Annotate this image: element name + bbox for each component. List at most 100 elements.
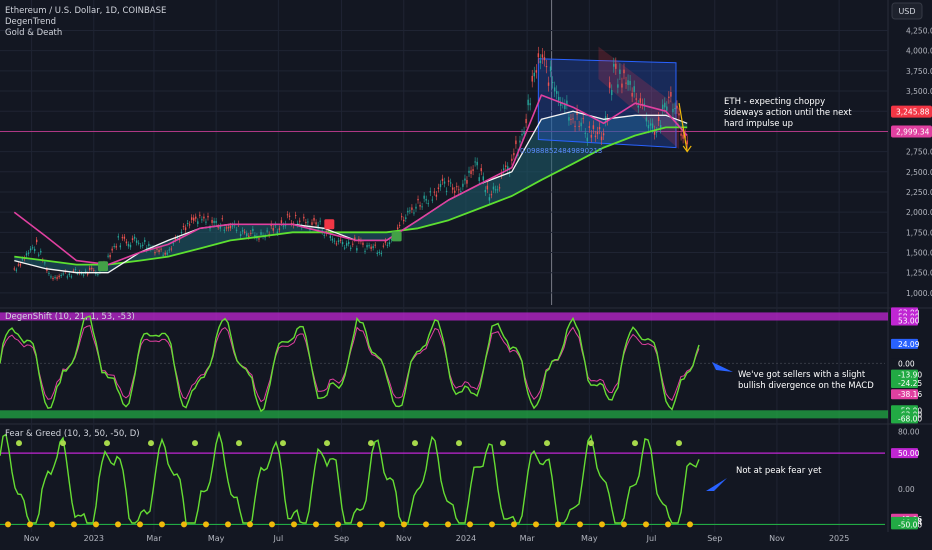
candle-body — [558, 96, 560, 101]
candle-body — [319, 220, 321, 222]
candle-body — [531, 75, 533, 82]
x-tick-label: Sep — [334, 534, 349, 543]
x-tick-label: Jul — [646, 534, 657, 543]
y-tick-label: 2,500.00 — [906, 168, 932, 177]
candle-body — [639, 98, 641, 103]
osc1-label-text: -24.25 — [898, 379, 922, 388]
candle-body — [164, 252, 166, 255]
candle-body — [195, 216, 197, 219]
candle-body — [478, 177, 480, 182]
indicator-degentrend[interactable]: DegenTrend — [5, 17, 56, 27]
cross-signal-icon — [391, 231, 402, 242]
candle-body — [121, 237, 124, 239]
candle-body — [186, 223, 189, 225]
candle-body — [466, 180, 468, 184]
candle-body — [421, 206, 423, 208]
candle-body — [380, 252, 383, 255]
candle-body — [44, 262, 46, 264]
candle-body — [476, 161, 478, 166]
chart-title: Ethereum / U.S. Dollar, 1D, COINBASE — [5, 6, 166, 16]
y-tick-label: 1,750.00 — [906, 228, 932, 237]
candle-body — [193, 217, 195, 221]
greed-marker-icon — [676, 440, 682, 447]
candle-body — [48, 272, 50, 274]
candle-body — [109, 254, 111, 258]
candle-body — [148, 243, 150, 247]
candle-body — [474, 161, 476, 163]
candle-body — [235, 229, 238, 231]
candle-body — [625, 82, 627, 84]
fear-marker-icon — [511, 521, 517, 528]
candle-body — [633, 86, 635, 92]
fear-marker-icon — [445, 521, 451, 528]
candle-body — [611, 90, 613, 96]
candle-body — [27, 252, 30, 254]
greed-marker-icon — [148, 440, 154, 447]
candle-body — [205, 221, 207, 223]
candle-body — [609, 82, 611, 88]
candle-body — [246, 233, 248, 236]
candle-body — [154, 252, 156, 254]
currency-button-label: USD — [898, 7, 915, 16]
candle-body — [645, 117, 648, 122]
candle-body — [127, 243, 130, 247]
candle-body — [635, 98, 637, 100]
candle-body — [619, 69, 621, 74]
candle-body — [343, 247, 346, 249]
candle-body — [590, 134, 593, 138]
candle-body — [239, 234, 242, 236]
candle-body — [168, 249, 170, 251]
candle-body — [686, 140, 688, 145]
indicator-gold-death[interactable]: Gold & Death — [5, 28, 62, 38]
candle-body — [280, 220, 283, 224]
candle-body — [617, 84, 619, 88]
y-tick-label: 4,250.00 — [906, 26, 932, 35]
candle-body — [545, 65, 548, 68]
candle-body — [333, 240, 336, 242]
candle-body — [15, 269, 18, 271]
fear-marker-icon — [401, 521, 407, 528]
candle-body — [615, 63, 617, 69]
candle-body — [674, 107, 676, 109]
candle-body — [70, 276, 73, 278]
candle-body — [68, 273, 71, 276]
candle-body — [529, 103, 531, 106]
candle-body — [299, 220, 301, 222]
candle-body — [329, 235, 332, 239]
candle-body — [458, 189, 460, 191]
candle-body — [666, 106, 668, 111]
candle-body — [294, 214, 297, 216]
candle-body — [38, 254, 40, 256]
candle-body — [441, 178, 444, 182]
currency-button[interactable]: USD — [891, 2, 923, 20]
eth-annotation-line-2: sideways action until the next — [724, 108, 852, 118]
candle-body — [217, 226, 219, 228]
candle-body — [364, 250, 366, 252]
candle-body — [627, 80, 629, 85]
x-tick-label: May — [208, 534, 225, 543]
candle-body — [62, 273, 64, 275]
candle-body — [278, 228, 281, 230]
candle-body — [142, 244, 144, 246]
fear-marker-icon — [225, 521, 231, 528]
candle-body — [447, 180, 450, 182]
candle-body — [207, 215, 209, 218]
fear-marker-icon — [379, 521, 385, 528]
y-tick-label: 1,500.00 — [906, 249, 932, 258]
candle-body — [494, 189, 497, 191]
candle-body — [13, 268, 15, 270]
candle-body — [258, 238, 260, 240]
candle-body — [629, 80, 631, 85]
x-tick-label: Jul — [273, 534, 284, 543]
candle-body — [464, 178, 466, 181]
candle-body — [547, 82, 550, 86]
candle-body — [252, 228, 254, 232]
eth-annotation-line-3: hard impulse up — [724, 119, 793, 129]
candle-body — [429, 191, 431, 193]
candle-body — [29, 248, 32, 251]
candle-body — [411, 207, 413, 210]
candle-body — [668, 96, 670, 99]
candle-body — [305, 222, 307, 224]
candle-body — [17, 264, 20, 266]
greed-marker-icon — [368, 440, 374, 447]
